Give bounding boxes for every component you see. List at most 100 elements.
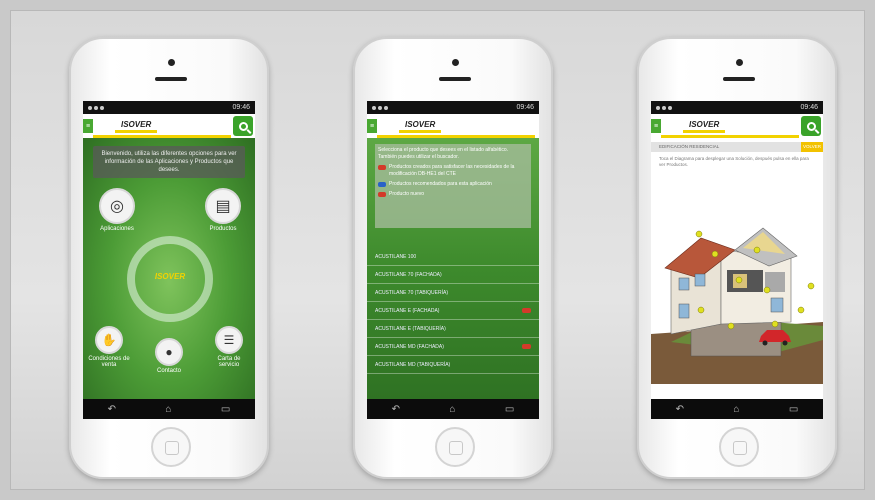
home-button[interactable] bbox=[719, 427, 759, 467]
menu-item-aplicaciones[interactable]: ◎ Aplicaciones bbox=[95, 188, 139, 232]
hotspot-icon bbox=[797, 306, 805, 314]
house-diagram[interactable] bbox=[651, 214, 823, 384]
speaker-grille bbox=[439, 77, 471, 81]
car-wheel bbox=[762, 340, 768, 346]
document-icon: ☰ bbox=[215, 326, 243, 354]
back-icon[interactable]: ↶ bbox=[108, 404, 116, 415]
welcome-banner: Bienvenido, utiliza las diferentes opcio… bbox=[93, 146, 245, 178]
back-icon[interactable]: ↶ bbox=[676, 404, 684, 415]
section-bar: EDIFICACIÓN RESIDENCIAL VOLVER bbox=[651, 142, 823, 152]
list-item[interactable]: ACUSTILANE E (TABIQUERÍA) bbox=[367, 320, 539, 338]
recents-icon[interactable]: ▭ bbox=[221, 404, 230, 415]
hotspot-icon bbox=[763, 286, 771, 294]
android-navbar: ↶ ⌂ ▭ bbox=[83, 399, 255, 419]
phone-screen: 09:46 ≡ ISOVER EDIFICACIÓN RESIDENCIAL V… bbox=[651, 101, 823, 419]
menu-icon[interactable]: ≡ bbox=[367, 119, 377, 133]
search-button[interactable] bbox=[801, 116, 821, 136]
hotspot-icon bbox=[807, 282, 815, 290]
car-wheel bbox=[782, 340, 788, 346]
home-content: Bienvenido, utiliza las diferentes opcio… bbox=[83, 138, 255, 399]
list-item[interactable]: ACUSTILANE 100 bbox=[367, 248, 539, 266]
phone-residential: 09:46 ≡ ISOVER EDIFICACIÓN RESIDENCIAL V… bbox=[637, 37, 837, 479]
applications-icon: ◎ bbox=[99, 188, 135, 224]
menu-label: Condiciones de venta bbox=[88, 356, 130, 368]
search-button[interactable] bbox=[233, 116, 253, 136]
badge-icon bbox=[378, 182, 386, 187]
brand-logo: ISOVER bbox=[683, 120, 726, 133]
menu-item-productos[interactable]: ▤ Productos bbox=[201, 188, 245, 232]
window bbox=[770, 297, 784, 313]
phone-products-list: 09:46 ≡ ISOVER Selecciona el producto qu… bbox=[353, 37, 553, 479]
home-icon[interactable]: ⌂ bbox=[733, 404, 739, 415]
hotspot-icon bbox=[697, 306, 705, 314]
home-icon[interactable]: ⌂ bbox=[165, 404, 171, 415]
list-item[interactable]: ACUSTILANE E (FACHADA) bbox=[367, 302, 539, 320]
menu-item-condiciones[interactable]: ✋ Condiciones de venta bbox=[87, 326, 131, 368]
back-icon[interactable]: ↶ bbox=[392, 404, 400, 415]
window bbox=[678, 303, 690, 319]
list-item[interactable]: ACUSTILANE MD (FACHADA) bbox=[367, 338, 539, 356]
speaker-grille bbox=[723, 77, 755, 81]
status-bar: 09:46 bbox=[83, 101, 255, 114]
handshake-icon: ✋ bbox=[95, 326, 123, 354]
phone-home: 09:46 ≡ ISOVER Bienvenido, utiliza las d… bbox=[69, 37, 269, 479]
menu-label: Productos bbox=[209, 226, 237, 232]
info-panel: Selecciona el producto que desees en el … bbox=[375, 144, 531, 228]
list-item[interactable]: ACUSTILANE MD (TABIQUERÍA) bbox=[367, 356, 539, 374]
new-badge bbox=[522, 308, 531, 313]
hotspot-icon bbox=[695, 230, 703, 238]
intro-text: Selecciona el producto que desees en el … bbox=[378, 147, 509, 160]
back-button[interactable]: VOLVER bbox=[801, 142, 823, 152]
badge-icon bbox=[378, 192, 386, 197]
home-button[interactable] bbox=[151, 427, 191, 467]
app-header: ≡ ISOVER bbox=[651, 114, 823, 138]
instruction-text: Toca el Diagrama para desplegar una Solu… bbox=[659, 156, 809, 167]
window bbox=[694, 273, 706, 287]
camera-dot bbox=[168, 59, 175, 66]
products-content: Selecciona el producto que desees en el … bbox=[367, 138, 539, 399]
new-badge bbox=[522, 344, 531, 349]
camera-dot bbox=[452, 59, 459, 66]
legend-text: Productos creados para satisfacer las ne… bbox=[389, 164, 515, 177]
status-time: 09:46 bbox=[516, 104, 534, 111]
residential-content: EDIFICACIÓN RESIDENCIAL VOLVER Toca el D… bbox=[651, 138, 823, 399]
hotspot-icon bbox=[711, 250, 719, 258]
product-list: ACUSTILANE 100 ACUSTILANE 70 (FACHADA) A… bbox=[367, 248, 539, 374]
brand-logo: ISOVER bbox=[399, 120, 442, 133]
android-navbar: ↶ ⌂ ▭ bbox=[651, 399, 823, 419]
status-time: 09:46 bbox=[800, 104, 818, 111]
hotspot-icon bbox=[727, 322, 735, 330]
list-item[interactable]: ACUSTILANE 70 (FACHADA) bbox=[367, 266, 539, 284]
menu-icon[interactable]: ≡ bbox=[651, 119, 661, 133]
home-button[interactable] bbox=[435, 427, 475, 467]
brand-logo: ISOVER bbox=[115, 120, 158, 133]
legend-text: Productos recomendados para esta aplicac… bbox=[389, 181, 492, 187]
hotspot-icon bbox=[753, 246, 761, 254]
recents-icon[interactable]: ▭ bbox=[505, 404, 514, 415]
products-icon: ▤ bbox=[205, 188, 241, 224]
list-item[interactable]: ACUSTILANE 70 (TABIQUERÍA) bbox=[367, 284, 539, 302]
menu-label: Carta de servicio bbox=[217, 356, 241, 368]
speaker-grille bbox=[155, 77, 187, 81]
menu-label: Aplicaciones bbox=[100, 226, 134, 232]
search-icon bbox=[238, 121, 248, 131]
menu-item-carta[interactable]: ☰ Carta de servicio bbox=[207, 326, 251, 368]
legend-row: Productos creados para satisfacer las ne… bbox=[378, 164, 528, 178]
menu-label: Contacto bbox=[156, 368, 181, 374]
menu-icon[interactable]: ≡ bbox=[83, 119, 93, 133]
status-bar: 09:46 bbox=[367, 101, 539, 114]
recents-icon[interactable]: ▭ bbox=[789, 404, 798, 415]
legend-text: Producto nuevo bbox=[389, 191, 425, 197]
center-logo: ISOVER bbox=[154, 272, 186, 281]
showcase-frame: 09:46 ≡ ISOVER Bienvenido, utiliza las d… bbox=[10, 10, 865, 490]
section-title: EDIFICACIÓN RESIDENCIAL bbox=[651, 142, 801, 152]
hotspot-icon bbox=[771, 320, 779, 328]
app-header: ≡ ISOVER bbox=[367, 114, 539, 138]
search-icon bbox=[806, 121, 816, 131]
home-icon[interactable]: ⌂ bbox=[449, 404, 455, 415]
menu-item-contacto[interactable]: ● Contacto bbox=[149, 338, 189, 374]
app-header: ≡ ISOVER bbox=[83, 114, 255, 138]
phone-screen: 09:46 ≡ ISOVER Selecciona el producto qu… bbox=[367, 101, 539, 419]
camera-dot bbox=[736, 59, 743, 66]
window bbox=[678, 277, 690, 291]
